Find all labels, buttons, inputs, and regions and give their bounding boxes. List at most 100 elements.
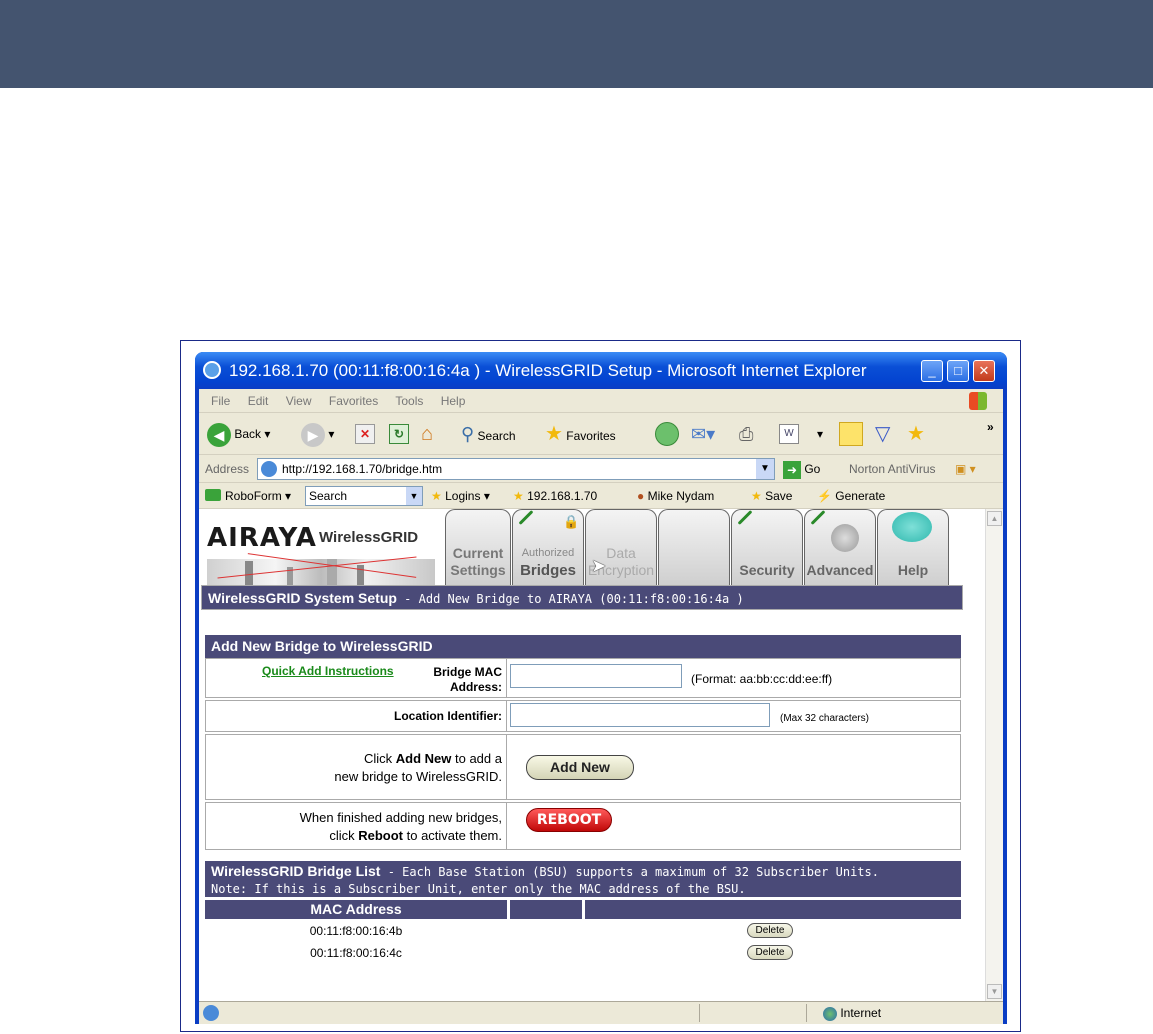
back-label: Back bbox=[234, 427, 262, 441]
roboform-search-input[interactable]: Search ▼ bbox=[305, 486, 423, 506]
blank-column-header bbox=[510, 900, 582, 919]
toolbar-overflow-icon[interactable]: » bbox=[987, 415, 994, 439]
mouse-cursor-icon: ➤ bbox=[592, 558, 606, 575]
roboform-star-icon[interactable]: ★ bbox=[907, 422, 925, 446]
page-viewport: AIRAYA WirelessGRID Current Settings 🔒 A… bbox=[199, 509, 985, 1001]
roboform-label: RoboForm bbox=[225, 489, 282, 503]
tab-advanced-label: Advanced bbox=[806, 562, 874, 578]
tab-data-encryption[interactable]: Data Encryption ➤ bbox=[585, 509, 657, 585]
logins-button[interactable]: ★ Logins ▾ bbox=[431, 483, 490, 509]
scroll-up-icon[interactable]: ▲ bbox=[987, 511, 1002, 526]
triangle-icon[interactable]: ▽ bbox=[875, 422, 890, 446]
ip-label: 192.168.1.70 bbox=[527, 489, 598, 503]
page-status-icon bbox=[203, 1005, 219, 1021]
logo-brand: AIRAYA bbox=[207, 523, 317, 553]
search-dropdown-icon[interactable]: ▼ bbox=[406, 487, 422, 505]
delete-button[interactable]: Delete bbox=[747, 923, 793, 938]
tab-current-line1: Current bbox=[452, 545, 504, 561]
add-new-row: Click Add New to add a new bridge to Wir… bbox=[205, 734, 961, 800]
vertical-scrollbar[interactable]: ▲ ▼ bbox=[985, 509, 1003, 1001]
generate-icon: ⚡ bbox=[817, 489, 832, 503]
menu-file[interactable]: File bbox=[211, 394, 230, 408]
tab-authorized-bridges[interactable]: 🔒 Authorized Bridges bbox=[512, 509, 584, 585]
favorites-button[interactable]: ★ Favorites bbox=[545, 422, 616, 446]
menu-help[interactable]: Help bbox=[441, 394, 466, 408]
history-icon[interactable] bbox=[655, 422, 679, 446]
print-icon[interactable]: ⎙ bbox=[739, 422, 753, 446]
go-arrow-icon: ➜ bbox=[783, 460, 801, 479]
tab-current-settings[interactable]: Current Settings bbox=[445, 509, 511, 585]
delete-button[interactable]: Delete bbox=[747, 945, 793, 960]
roboform-search-value: Search bbox=[309, 489, 348, 503]
bridge-mac-input[interactable] bbox=[510, 664, 682, 688]
search-button[interactable]: ⚲ Search bbox=[461, 422, 516, 446]
table-row: 00:11:f8:00:16:4b Delete bbox=[205, 921, 961, 941]
tab-security[interactable]: Security bbox=[731, 509, 803, 585]
quick-add-instructions-link[interactable]: Quick Add Instructions bbox=[262, 664, 394, 678]
windows-logo-icon bbox=[969, 392, 987, 410]
reboot-text-pre: click bbox=[329, 828, 359, 843]
go-button[interactable]: ➜ Go bbox=[783, 455, 820, 483]
ip-link[interactable]: ★ 192.168.1.70 bbox=[513, 483, 597, 509]
setup-title: WirelessGRID System Setup bbox=[208, 590, 397, 606]
norton-label[interactable]: Norton AntiVirus bbox=[849, 455, 936, 483]
user-icon: ● bbox=[637, 489, 645, 503]
addnew-text-post: to add a bbox=[451, 751, 502, 766]
roboform-button[interactable]: RoboForm ▾ bbox=[225, 483, 291, 509]
maximize-button[interactable]: □ bbox=[947, 360, 969, 382]
airaya-logo: AIRAYA WirelessGRID bbox=[207, 519, 443, 591]
save-link[interactable]: ★ Save bbox=[751, 483, 792, 509]
row-mac: 00:11:f8:00:16:4c bbox=[310, 946, 402, 960]
address-dropdown-icon[interactable]: ▼ bbox=[756, 459, 774, 479]
menu-tools[interactable]: Tools bbox=[395, 394, 423, 408]
mac-column-header: MAC Address bbox=[205, 900, 507, 919]
note-icon[interactable] bbox=[839, 422, 863, 446]
back-arrow-icon: ◀ bbox=[207, 422, 231, 447]
location-row: Location Identifier: (Max 32 characters) bbox=[205, 700, 961, 732]
refresh-icon[interactable]: ↻ bbox=[389, 424, 409, 444]
word-icon[interactable]: W bbox=[779, 424, 799, 444]
home-icon[interactable]: ⌂ bbox=[421, 422, 433, 446]
add-new-button[interactable]: Add New bbox=[526, 755, 634, 780]
location-identifier-input[interactable] bbox=[510, 703, 770, 727]
addnew-text-pre: Click bbox=[363, 751, 396, 766]
word-dropdown-icon[interactable]: ▾ bbox=[817, 422, 823, 446]
minimize-button[interactable]: _ bbox=[921, 360, 943, 382]
zone-label: Internet bbox=[840, 1006, 882, 1020]
generate-link[interactable]: ⚡ Generate bbox=[817, 483, 885, 509]
reboot-text-cell: When finished adding new bridges, click … bbox=[206, 803, 507, 849]
save-label: Save bbox=[765, 489, 793, 503]
bridge-list-subtitle: - Each Base Station (BSU) supports a max… bbox=[380, 865, 879, 879]
close-button[interactable]: ✕ bbox=[973, 360, 995, 382]
tab-blank[interactable] bbox=[658, 509, 730, 585]
norton-icon[interactable]: ▣ ▾ bbox=[955, 455, 976, 483]
scroll-down-icon[interactable]: ▼ bbox=[987, 984, 1002, 999]
tab-authorized-line2: Bridges bbox=[520, 562, 576, 579]
setup-subtitle: - Add New Bridge to AIRAYA (00:11:f8:00:… bbox=[396, 592, 744, 606]
ip-icon: ★ bbox=[513, 489, 524, 503]
address-url: http://192.168.1.70/bridge.htm bbox=[282, 462, 443, 476]
forward-arrow-icon: ▶ bbox=[301, 422, 325, 447]
address-input[interactable]: http://192.168.1.70/bridge.htm ▼ bbox=[257, 458, 775, 480]
mac-label-line2: Address: bbox=[449, 680, 502, 694]
menu-bar: File Edit View Favorites Tools Help bbox=[199, 389, 1003, 413]
back-button[interactable]: ◀ Back ▾ bbox=[207, 422, 270, 447]
stop-icon[interactable]: ✕ bbox=[355, 424, 375, 444]
menu-edit[interactable]: Edit bbox=[248, 394, 269, 408]
add-section-header: Add New Bridge to WirelessGRID bbox=[205, 635, 961, 658]
window-content: File Edit View Favorites Tools Help ◀ Ba… bbox=[199, 389, 1003, 1024]
menu-favorites[interactable]: Favorites bbox=[329, 394, 378, 408]
user-link[interactable]: ● Mike Nydam bbox=[637, 483, 714, 509]
status-bar: Internet bbox=[199, 1001, 1003, 1024]
reboot-button[interactable]: REBOOT bbox=[526, 808, 612, 832]
add-section-title: Add New Bridge to WirelessGRID bbox=[211, 638, 433, 654]
reboot-row: When finished adding new bridges, click … bbox=[205, 802, 961, 850]
top-banner bbox=[0, 0, 1153, 88]
title-bar[interactable]: 192.168.1.70 (00:11:f8:00:16:4a ) - Wire… bbox=[195, 352, 1007, 389]
tab-advanced[interactable]: Advanced bbox=[804, 509, 876, 585]
mail-icon[interactable]: ✉▾ bbox=[691, 422, 715, 446]
tab-help[interactable]: Help bbox=[877, 509, 949, 585]
forward-button[interactable]: ▶ ▾ bbox=[301, 422, 334, 447]
globe-icon bbox=[823, 1006, 837, 1021]
menu-view[interactable]: View bbox=[286, 394, 312, 408]
